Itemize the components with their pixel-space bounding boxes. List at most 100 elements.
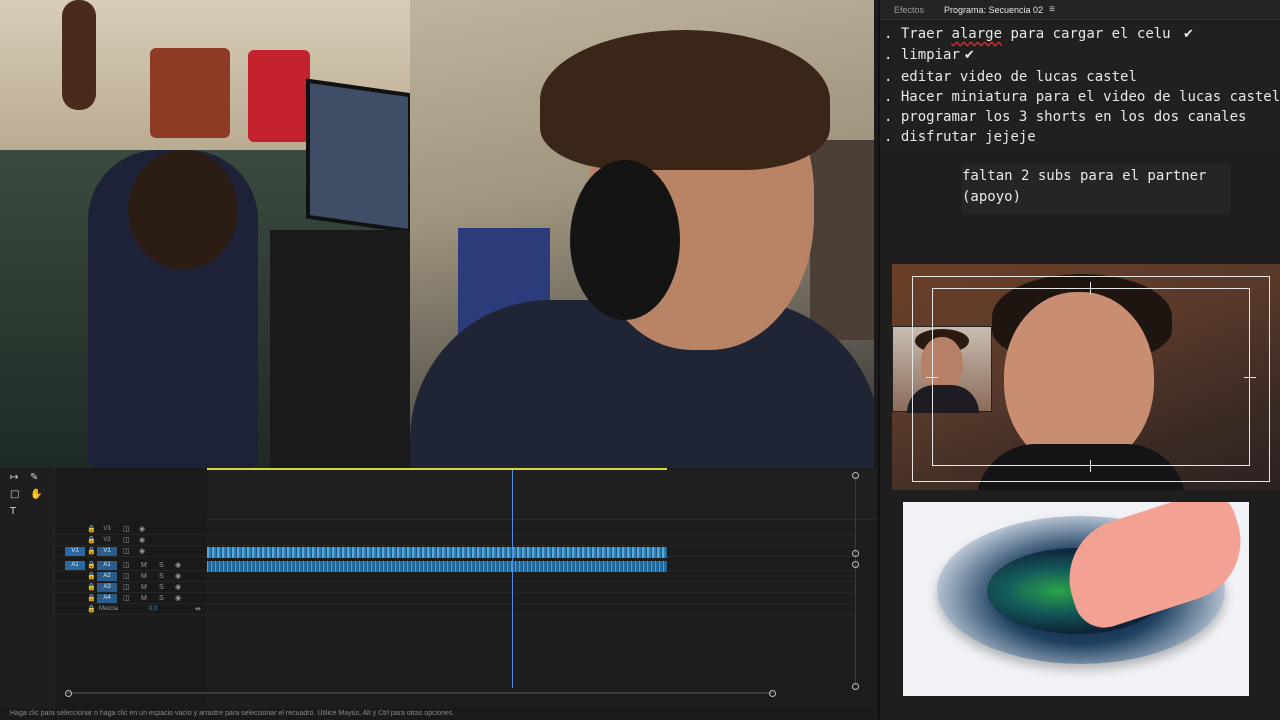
- tools-panel: ↦ ✎ □ ✋ T: [0, 468, 54, 708]
- status-bar: Haga clic para seleccionar o haga clic e…: [0, 708, 876, 720]
- microphone-icon[interactable]: ◉: [175, 571, 181, 582]
- lock-icon[interactable]: 🔒: [87, 604, 96, 615]
- notes-list: . Traer alarge para cargar el celu ✔ . l…: [880, 24, 1280, 148]
- track-label[interactable]: V3: [97, 525, 117, 534]
- lock-icon[interactable]: 🔒: [87, 582, 96, 593]
- work-area-bar[interactable]: [207, 468, 667, 470]
- guide-cross-right: [1244, 377, 1256, 378]
- lock-icon[interactable]: 🔒: [87, 535, 96, 546]
- track-label[interactable]: A1: [97, 561, 117, 570]
- screen: Efectos Programa: Secuencia 02 ≡ . Traer…: [0, 0, 1280, 720]
- lock-icon[interactable]: 🔒: [87, 571, 96, 582]
- source-patch-v1[interactable]: V1: [65, 547, 85, 556]
- playhead[interactable]: [512, 470, 513, 688]
- eye-icon[interactable]: ◉: [139, 535, 145, 546]
- video-clip[interactable]: [207, 547, 667, 558]
- sync-lock-icon[interactable]: ◫: [123, 593, 130, 604]
- lock-icon[interactable]: 🔒: [87, 593, 96, 604]
- desk: [270, 230, 410, 468]
- list-item: . Traer alarge para cargar el celu ✔: [884, 26, 1194, 42]
- mute-button[interactable]: M: [141, 582, 147, 593]
- tab-effects[interactable]: Efectos: [894, 5, 924, 15]
- scroll-handle[interactable]: [65, 690, 72, 697]
- track-v3: 🔒 V3 ◫ ◉: [55, 524, 855, 535]
- track-label[interactable]: V2: [97, 536, 117, 545]
- microphone-icon[interactable]: ◉: [175, 582, 181, 593]
- guide-cross-left: [926, 377, 938, 378]
- sync-lock-icon[interactable]: ◫: [123, 582, 130, 593]
- hamburger-menu-icon[interactable]: ≡: [1049, 4, 1055, 15]
- lock-icon[interactable]: 🔒: [87, 546, 96, 557]
- audio-clip[interactable]: [207, 561, 667, 572]
- lock-icon[interactable]: 🔒: [87, 560, 96, 571]
- mix-value[interactable]: 0,0: [149, 606, 157, 612]
- status-text: Haga clic para seleccionar o haga clic e…: [10, 710, 455, 717]
- film-icon[interactable]: ◫: [123, 546, 130, 557]
- eye-icon[interactable]: ◉: [139, 546, 145, 557]
- mix-label: Mezcla: [99, 606, 119, 612]
- eye-icon[interactable]: ◉: [139, 524, 145, 535]
- pen-icon[interactable]: ✎: [30, 472, 38, 483]
- scroll-handle[interactable]: [769, 690, 776, 697]
- partner-note: faltan 2 subs para el partner (apoyo): [962, 164, 1230, 214]
- bookshelf: [810, 140, 874, 340]
- check-icon: ✔: [963, 48, 975, 64]
- partner-note-line: (apoyo): [962, 188, 1022, 205]
- program-monitor-preview[interactable]: [892, 264, 1280, 490]
- guitar: [62, 0, 96, 110]
- title-safe-guide: [932, 288, 1250, 466]
- slime-image-overlay: [903, 502, 1249, 696]
- vertical-scrollbar[interactable]: [855, 476, 856, 686]
- mute-button[interactable]: M: [141, 560, 147, 571]
- scroll-handle[interactable]: [852, 472, 859, 479]
- timeline-panel: 🔒 V3 ◫ ◉ 🔒 V2 ◫ ◉ V1 🔒 V1 ◫ ◉ A1 🔒 A1 ◫ …: [54, 468, 877, 708]
- scroll-handle[interactable]: [852, 561, 859, 568]
- track-label[interactable]: A4: [97, 594, 117, 603]
- type-icon[interactable]: T: [10, 506, 16, 517]
- track-label[interactable]: A3: [97, 583, 117, 592]
- scroll-handle[interactable]: [852, 683, 859, 690]
- person-head: [128, 150, 238, 270]
- guide-cross-top: [1090, 282, 1091, 294]
- rectangle-icon[interactable]: □: [10, 489, 19, 500]
- horizontal-scrollbar[interactable]: [67, 692, 773, 694]
- solo-button[interactable]: S: [159, 582, 164, 593]
- armchair: [150, 48, 230, 138]
- film-icon[interactable]: ◫: [123, 524, 130, 535]
- webcam-feed-closeup: [410, 0, 874, 468]
- webcam-feed-room: [0, 0, 410, 468]
- panel-tabs: Efectos Programa: Secuencia 02 ≡: [880, 0, 1280, 20]
- mix-track: 🔒 Mezcla 0,0 ⇹: [55, 604, 855, 615]
- list-item: . disfrutar jejeje: [884, 129, 1036, 146]
- spellcheck-underline: alarge: [951, 26, 1003, 42]
- track-label[interactable]: V1: [97, 547, 117, 556]
- sync-lock-icon[interactable]: ◫: [123, 560, 130, 571]
- film-icon[interactable]: ◫: [123, 535, 130, 546]
- track-label[interactable]: A2: [97, 572, 117, 581]
- source-patch-a1[interactable]: A1: [65, 561, 85, 570]
- mute-button[interactable]: M: [141, 571, 147, 582]
- microphone-icon[interactable]: ◉: [175, 560, 181, 571]
- solo-button[interactable]: S: [159, 593, 164, 604]
- lock-icon[interactable]: 🔒: [87, 524, 96, 535]
- hand-icon[interactable]: ✋: [30, 489, 42, 500]
- list-item: . limpiar ✔: [884, 47, 975, 64]
- sync-lock-icon[interactable]: ◫: [123, 571, 130, 582]
- ripple-edit-icon[interactable]: ↦: [10, 472, 18, 483]
- time-ruler[interactable]: [207, 468, 877, 520]
- track-v2: 🔒 V2 ◫ ◉: [55, 535, 855, 546]
- solo-button[interactable]: S: [159, 560, 164, 571]
- bracket-end-icon[interactable]: ⇹: [195, 604, 201, 615]
- mute-button[interactable]: M: [141, 593, 147, 604]
- list-item: . programar los 3 shorts en los dos cana…: [884, 109, 1247, 126]
- microphone-icon[interactable]: ◉: [175, 593, 181, 604]
- headset-earcup: [570, 160, 680, 320]
- solo-button[interactable]: S: [159, 571, 164, 582]
- list-item: . editar video de lucas castel: [884, 68, 1137, 85]
- person-hair: [540, 30, 830, 170]
- track-a2: 🔒 A2 ◫ M S ◉: [55, 571, 855, 582]
- track-a4: 🔒 A4 ◫ M S ◉: [55, 593, 855, 604]
- tab-program-monitor[interactable]: Programa: Secuencia 02: [944, 5, 1043, 15]
- track-a3: 🔒 A3 ◫ M S ◉: [55, 582, 855, 593]
- scroll-handle[interactable]: [852, 550, 859, 557]
